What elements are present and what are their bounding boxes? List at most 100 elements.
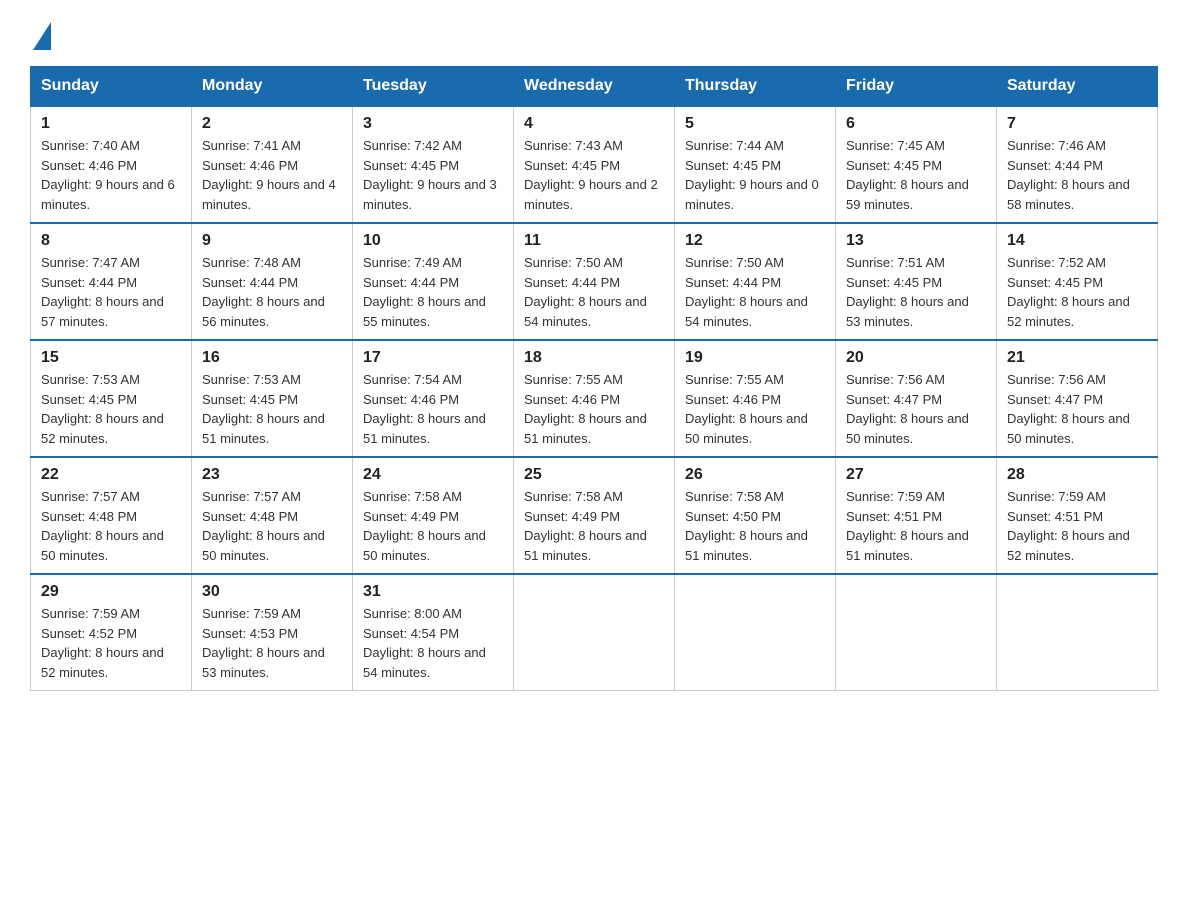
calendar-cell: 2 Sunrise: 7:41 AMSunset: 4:46 PMDayligh… — [192, 106, 353, 223]
day-of-week-friday: Friday — [836, 67, 997, 107]
calendar-cell: 15 Sunrise: 7:53 AMSunset: 4:45 PMDaylig… — [31, 340, 192, 457]
calendar-cell: 30 Sunrise: 7:59 AMSunset: 4:53 PMDaylig… — [192, 574, 353, 691]
calendar-cell: 13 Sunrise: 7:51 AMSunset: 4:45 PMDaylig… — [836, 223, 997, 340]
day-number: 30 — [202, 583, 342, 601]
calendar-cell: 10 Sunrise: 7:49 AMSunset: 4:44 PMDaylig… — [353, 223, 514, 340]
day-number: 1 — [41, 115, 181, 133]
day-info: Sunrise: 7:54 AMSunset: 4:46 PMDaylight:… — [363, 372, 486, 446]
day-info: Sunrise: 7:58 AMSunset: 4:50 PMDaylight:… — [685, 489, 808, 563]
day-number: 8 — [41, 232, 181, 250]
day-info: Sunrise: 7:59 AMSunset: 4:52 PMDaylight:… — [41, 606, 164, 680]
calendar-cell — [836, 574, 997, 691]
day-number: 29 — [41, 583, 181, 601]
calendar-cell: 11 Sunrise: 7:50 AMSunset: 4:44 PMDaylig… — [514, 223, 675, 340]
day-info: Sunrise: 7:58 AMSunset: 4:49 PMDaylight:… — [524, 489, 647, 563]
day-number: 26 — [685, 466, 825, 484]
calendar-week-row: 8 Sunrise: 7:47 AMSunset: 4:44 PMDayligh… — [31, 223, 1158, 340]
calendar-cell: 4 Sunrise: 7:43 AMSunset: 4:45 PMDayligh… — [514, 106, 675, 223]
day-number: 3 — [363, 115, 503, 133]
day-number: 6 — [846, 115, 986, 133]
calendar-cell — [997, 574, 1158, 691]
day-number: 10 — [363, 232, 503, 250]
calendar-cell: 23 Sunrise: 7:57 AMSunset: 4:48 PMDaylig… — [192, 457, 353, 574]
calendar-week-row: 29 Sunrise: 7:59 AMSunset: 4:52 PMDaylig… — [31, 574, 1158, 691]
calendar-table: SundayMondayTuesdayWednesdayThursdayFrid… — [30, 66, 1158, 691]
calendar-cell: 27 Sunrise: 7:59 AMSunset: 4:51 PMDaylig… — [836, 457, 997, 574]
day-number: 24 — [363, 466, 503, 484]
day-info: Sunrise: 7:59 AMSunset: 4:53 PMDaylight:… — [202, 606, 325, 680]
day-info: Sunrise: 7:59 AMSunset: 4:51 PMDaylight:… — [846, 489, 969, 563]
calendar-cell: 16 Sunrise: 7:53 AMSunset: 4:45 PMDaylig… — [192, 340, 353, 457]
calendar-cell: 24 Sunrise: 7:58 AMSunset: 4:49 PMDaylig… — [353, 457, 514, 574]
calendar-cell: 5 Sunrise: 7:44 AMSunset: 4:45 PMDayligh… — [675, 106, 836, 223]
calendar-week-row: 1 Sunrise: 7:40 AMSunset: 4:46 PMDayligh… — [31, 106, 1158, 223]
day-info: Sunrise: 7:55 AMSunset: 4:46 PMDaylight:… — [524, 372, 647, 446]
day-info: Sunrise: 7:48 AMSunset: 4:44 PMDaylight:… — [202, 255, 325, 329]
day-of-week-sunday: Sunday — [31, 67, 192, 107]
day-of-week-monday: Monday — [192, 67, 353, 107]
day-of-week-wednesday: Wednesday — [514, 67, 675, 107]
day-info: Sunrise: 7:50 AMSunset: 4:44 PMDaylight:… — [524, 255, 647, 329]
calendar-cell: 1 Sunrise: 7:40 AMSunset: 4:46 PMDayligh… — [31, 106, 192, 223]
day-number: 28 — [1007, 466, 1147, 484]
day-info: Sunrise: 7:50 AMSunset: 4:44 PMDaylight:… — [685, 255, 808, 329]
day-info: Sunrise: 7:41 AMSunset: 4:46 PMDaylight:… — [202, 138, 336, 212]
day-of-week-saturday: Saturday — [997, 67, 1158, 107]
calendar-cell: 26 Sunrise: 7:58 AMSunset: 4:50 PMDaylig… — [675, 457, 836, 574]
calendar-cell: 20 Sunrise: 7:56 AMSunset: 4:47 PMDaylig… — [836, 340, 997, 457]
logo — [30, 20, 51, 46]
day-number: 9 — [202, 232, 342, 250]
calendar-cell: 18 Sunrise: 7:55 AMSunset: 4:46 PMDaylig… — [514, 340, 675, 457]
calendar-cell: 19 Sunrise: 7:55 AMSunset: 4:46 PMDaylig… — [675, 340, 836, 457]
day-info: Sunrise: 7:53 AMSunset: 4:45 PMDaylight:… — [202, 372, 325, 446]
day-info: Sunrise: 7:56 AMSunset: 4:47 PMDaylight:… — [1007, 372, 1130, 446]
logo-triangle-icon — [33, 22, 51, 50]
calendar-cell: 9 Sunrise: 7:48 AMSunset: 4:44 PMDayligh… — [192, 223, 353, 340]
calendar-cell: 17 Sunrise: 7:54 AMSunset: 4:46 PMDaylig… — [353, 340, 514, 457]
calendar-cell: 7 Sunrise: 7:46 AMSunset: 4:44 PMDayligh… — [997, 106, 1158, 223]
day-info: Sunrise: 7:45 AMSunset: 4:45 PMDaylight:… — [846, 138, 969, 212]
day-info: Sunrise: 7:40 AMSunset: 4:46 PMDaylight:… — [41, 138, 175, 212]
day-number: 2 — [202, 115, 342, 133]
day-info: Sunrise: 7:55 AMSunset: 4:46 PMDaylight:… — [685, 372, 808, 446]
day-number: 19 — [685, 349, 825, 367]
day-info: Sunrise: 7:57 AMSunset: 4:48 PMDaylight:… — [202, 489, 325, 563]
calendar-cell: 25 Sunrise: 7:58 AMSunset: 4:49 PMDaylig… — [514, 457, 675, 574]
day-number: 5 — [685, 115, 825, 133]
day-info: Sunrise: 7:56 AMSunset: 4:47 PMDaylight:… — [846, 372, 969, 446]
day-of-week-thursday: Thursday — [675, 67, 836, 107]
day-number: 25 — [524, 466, 664, 484]
day-info: Sunrise: 7:59 AMSunset: 4:51 PMDaylight:… — [1007, 489, 1130, 563]
day-info: Sunrise: 7:51 AMSunset: 4:45 PMDaylight:… — [846, 255, 969, 329]
day-number: 20 — [846, 349, 986, 367]
day-info: Sunrise: 7:44 AMSunset: 4:45 PMDaylight:… — [685, 138, 819, 212]
day-number: 13 — [846, 232, 986, 250]
day-number: 14 — [1007, 232, 1147, 250]
calendar-cell — [675, 574, 836, 691]
calendar-cell: 8 Sunrise: 7:47 AMSunset: 4:44 PMDayligh… — [31, 223, 192, 340]
day-number: 15 — [41, 349, 181, 367]
page-header — [30, 20, 1158, 46]
day-number: 12 — [685, 232, 825, 250]
calendar-cell: 28 Sunrise: 7:59 AMSunset: 4:51 PMDaylig… — [997, 457, 1158, 574]
day-info: Sunrise: 7:42 AMSunset: 4:45 PMDaylight:… — [363, 138, 497, 212]
calendar-cell: 22 Sunrise: 7:57 AMSunset: 4:48 PMDaylig… — [31, 457, 192, 574]
day-info: Sunrise: 7:47 AMSunset: 4:44 PMDaylight:… — [41, 255, 164, 329]
calendar-week-row: 15 Sunrise: 7:53 AMSunset: 4:45 PMDaylig… — [31, 340, 1158, 457]
calendar-cell: 12 Sunrise: 7:50 AMSunset: 4:44 PMDaylig… — [675, 223, 836, 340]
calendar-week-row: 22 Sunrise: 7:57 AMSunset: 4:48 PMDaylig… — [31, 457, 1158, 574]
day-info: Sunrise: 7:58 AMSunset: 4:49 PMDaylight:… — [363, 489, 486, 563]
day-info: Sunrise: 8:00 AMSunset: 4:54 PMDaylight:… — [363, 606, 486, 680]
day-info: Sunrise: 7:57 AMSunset: 4:48 PMDaylight:… — [41, 489, 164, 563]
day-of-week-tuesday: Tuesday — [353, 67, 514, 107]
calendar-header-row: SundayMondayTuesdayWednesdayThursdayFrid… — [31, 67, 1158, 107]
day-number: 21 — [1007, 349, 1147, 367]
day-number: 18 — [524, 349, 664, 367]
day-number: 23 — [202, 466, 342, 484]
calendar-cell: 14 Sunrise: 7:52 AMSunset: 4:45 PMDaylig… — [997, 223, 1158, 340]
day-number: 31 — [363, 583, 503, 601]
calendar-cell — [514, 574, 675, 691]
day-number: 11 — [524, 232, 664, 250]
calendar-cell: 29 Sunrise: 7:59 AMSunset: 4:52 PMDaylig… — [31, 574, 192, 691]
calendar-cell: 3 Sunrise: 7:42 AMSunset: 4:45 PMDayligh… — [353, 106, 514, 223]
